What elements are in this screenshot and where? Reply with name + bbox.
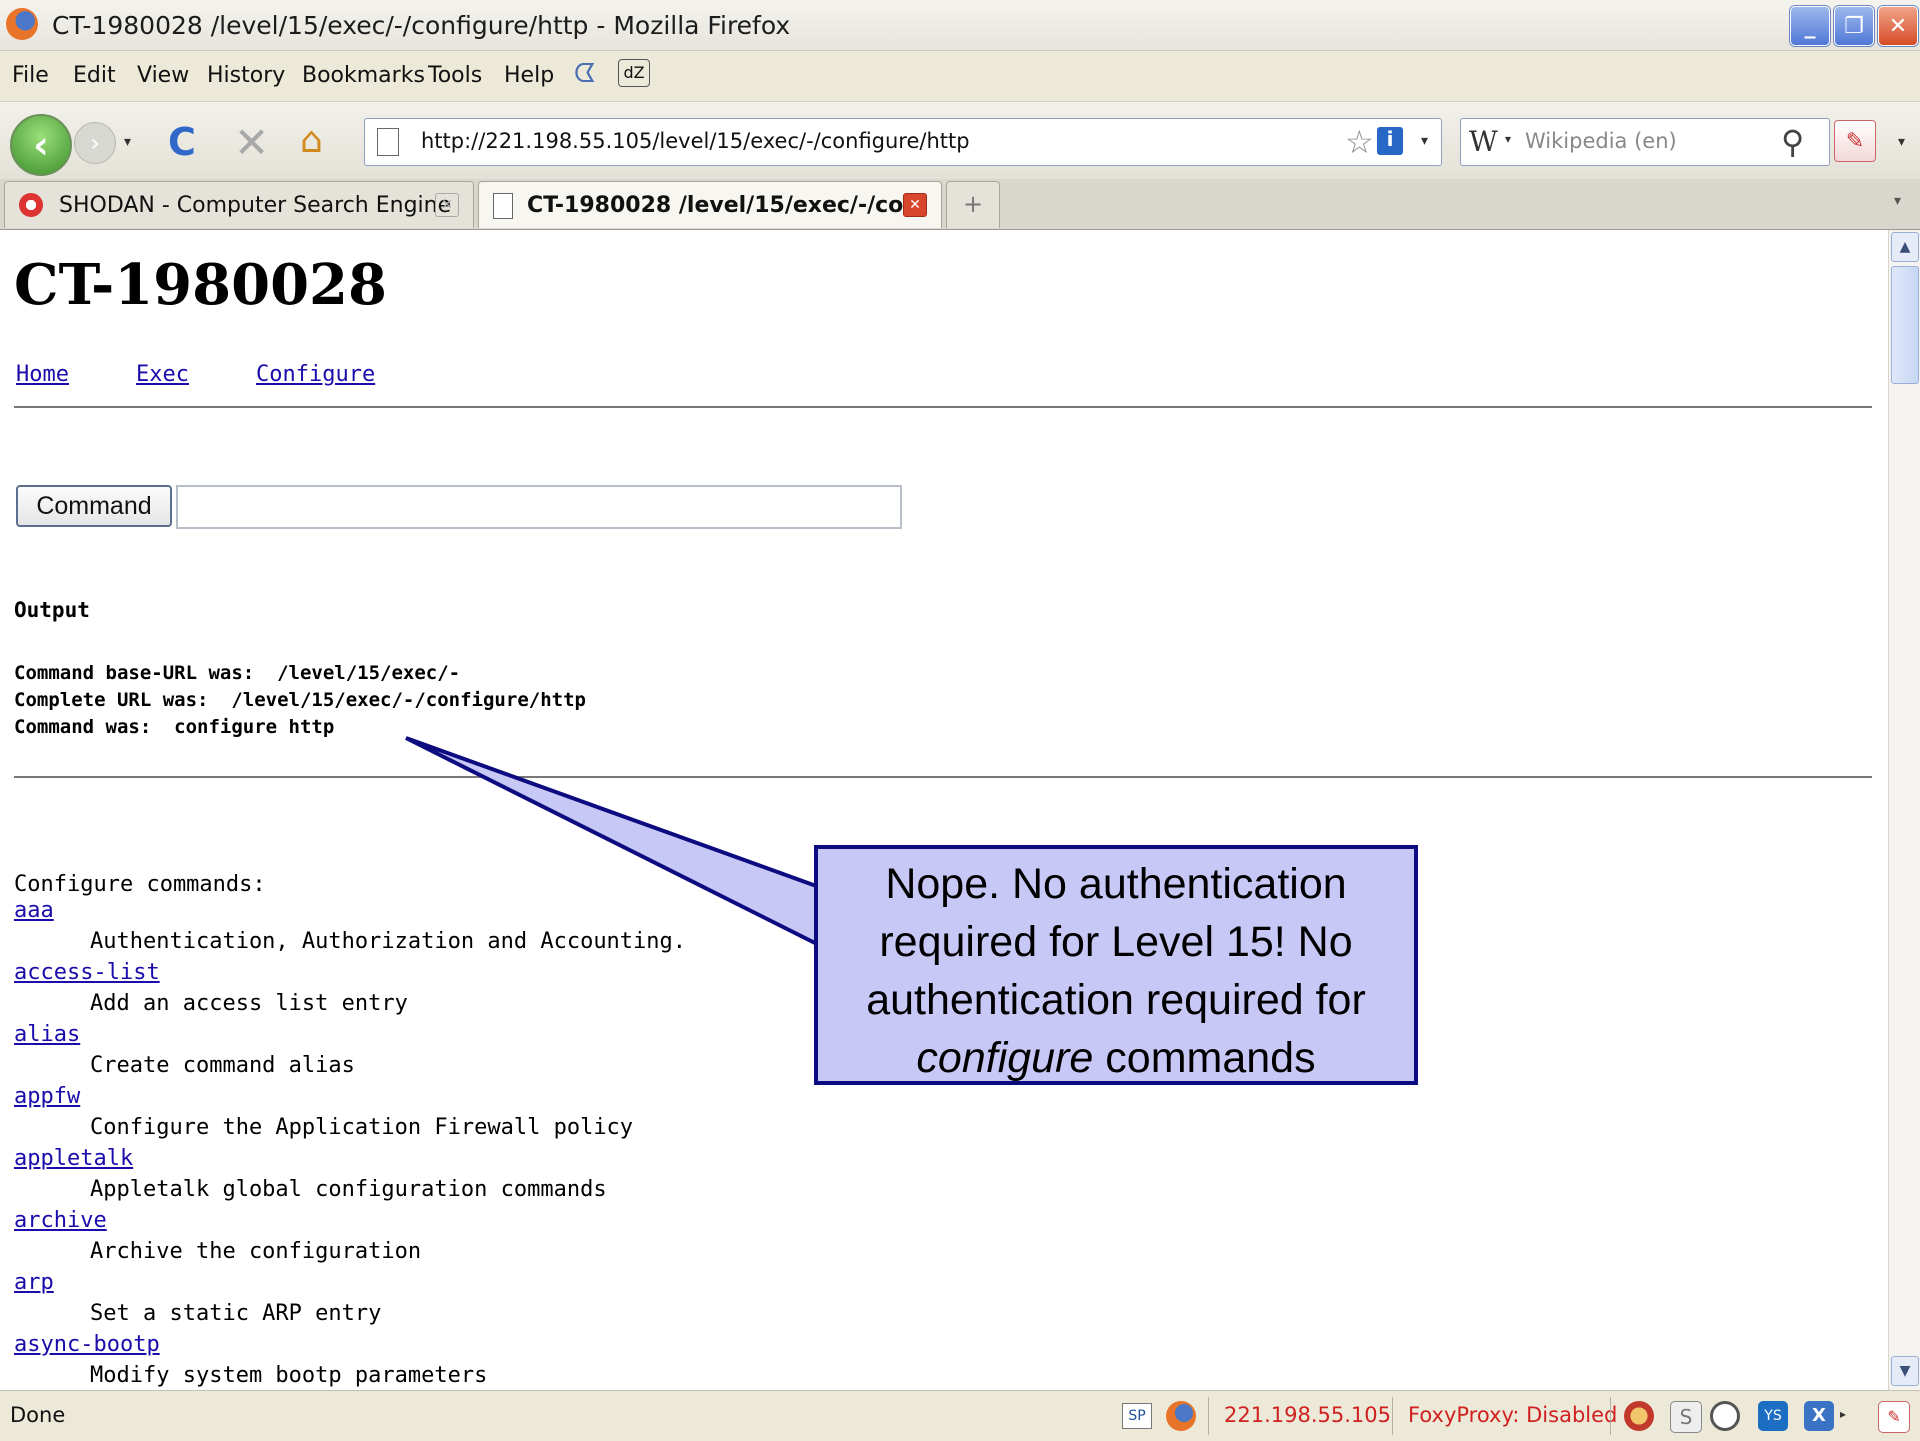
sp-icon[interactable]: SP: [1122, 1403, 1152, 1429]
tab-close-icon[interactable]: ✕: [903, 193, 927, 217]
new-tab-button[interactable]: +: [946, 181, 1000, 228]
menu-help[interactable]: Help: [504, 63, 554, 88]
menu-view[interactable]: View: [137, 63, 189, 88]
firefox-status-icon[interactable]: [1166, 1401, 1196, 1431]
tab-bar: SHODAN - Computer Search Engine ✕ CT-198…: [0, 179, 1920, 230]
callout-pointer: [405, 736, 821, 949]
tab-ct-1980028[interactable]: CT-1980028 /level/15/exec/-/co... ✕: [478, 181, 942, 228]
callout-emphasis: configure: [916, 1034, 1094, 1082]
x-icon[interactable]: X: [1804, 1401, 1834, 1431]
window-titlebar: CT-1980028 /level/15/exec/-/configure/ht…: [0, 0, 1920, 51]
menu-history[interactable]: History: [207, 63, 285, 88]
status-ip-address: 221.198.55.105: [1224, 1403, 1391, 1427]
history-dropdown-icon[interactable]: ▾: [124, 134, 131, 150]
x-dropdown-icon[interactable]: ▸: [1840, 1407, 1846, 1421]
noscript-icon[interactable]: [1624, 1401, 1654, 1431]
dz-icon[interactable]: dZ: [618, 59, 650, 87]
foxyproxy-status[interactable]: FoxyProxy: Disabled: [1408, 1403, 1617, 1427]
shodan-icon: [19, 193, 43, 217]
navigation-toolbar: ‹ › ▾ C ✕ ⌂ http://221.198.55.105/level/…: [0, 101, 1920, 180]
forward-button[interactable]: ›: [74, 122, 116, 164]
wikipedia-icon[interactable]: W: [1469, 125, 1498, 158]
status-bar: Done SP 221.198.55.105 FoxyProxy: Disabl…: [0, 1390, 1920, 1441]
callout-line-rest: commands: [1093, 1034, 1316, 1082]
callout-line: configure commands: [818, 1029, 1414, 1087]
search-input[interactable]: Wikipedia (en): [1525, 129, 1677, 153]
tab-label: SHODAN - Computer Search Engine: [59, 193, 452, 218]
back-button[interactable]: ‹: [10, 114, 72, 176]
callout-line: required for Level 15! No: [879, 918, 1353, 966]
callout-line: Nope. No authentication: [885, 860, 1347, 908]
info-icon[interactable]: i: [1377, 127, 1403, 155]
page-icon: [493, 193, 513, 219]
window-title: CT-1980028 /level/15/exec/-/configure/ht…: [52, 11, 791, 40]
url-dropdown-icon[interactable]: ▾: [1421, 133, 1428, 149]
separator: [1610, 1397, 1611, 1435]
menu-bookmarks[interactable]: Bookmarks: [302, 63, 425, 88]
tab-label: CT-1980028 /level/15/exec/-/co...: [527, 193, 929, 218]
search-bar[interactable]: W ▾ Wikipedia (en) ⚲: [1460, 118, 1830, 166]
bookmark-star-icon[interactable]: ☆: [1345, 123, 1374, 161]
search-engine-dropdown-icon[interactable]: ▾: [1505, 132, 1511, 146]
firefox-icon: [6, 8, 38, 40]
status-text: Done: [10, 1403, 66, 1427]
extension-dropdown-icon[interactable]: ▾: [1898, 134, 1905, 150]
scroll-thumb[interactable]: [1891, 266, 1919, 384]
reload-icon[interactable]: C: [168, 120, 196, 164]
callout-box: Nope. No authentication required for Lev…: [814, 845, 1418, 1085]
callout-line: authentication required for: [866, 976, 1366, 1024]
extension-status-icon[interactable]: ✎: [1878, 1401, 1910, 1433]
vertical-scrollbar[interactable]: ▲ ▼: [1888, 230, 1920, 1390]
url-bar[interactable]: http://221.198.55.105/level/15/exec/-/co…: [364, 118, 1442, 166]
separator: [1392, 1397, 1393, 1435]
stop-icon[interactable]: ✕: [234, 118, 269, 167]
menu-edit[interactable]: Edit: [73, 63, 116, 88]
menubar: File Edit View History Bookmarks Tools H…: [0, 51, 1920, 101]
tab-shodan[interactable]: SHODAN - Computer Search Engine ✕: [4, 181, 474, 228]
url-text[interactable]: http://221.198.55.105/level/15/exec/-/co…: [421, 129, 970, 153]
minimize-button[interactable]: _: [1790, 6, 1830, 46]
page-icon: [377, 128, 399, 156]
s-icon[interactable]: S: [1670, 1401, 1702, 1433]
hare-icon[interactable]: ᗧ: [574, 59, 596, 90]
scroll-down-icon[interactable]: ▼: [1891, 1356, 1919, 1386]
page-content: CT-1980028 Home Exec Configure Command O…: [0, 230, 1888, 1390]
maximize-button[interactable]: ❐: [1834, 6, 1874, 46]
bubble-icon[interactable]: [1710, 1401, 1740, 1431]
menu-file[interactable]: File: [12, 63, 49, 88]
home-icon[interactable]: ⌂: [300, 120, 323, 161]
tab-close-icon[interactable]: ✕: [435, 193, 459, 217]
scroll-up-icon[interactable]: ▲: [1891, 232, 1919, 262]
extension-icon[interactable]: ✎: [1834, 120, 1876, 162]
close-button[interactable]: ✕: [1878, 6, 1918, 46]
separator: [1208, 1397, 1209, 1435]
search-icon[interactable]: ⚲: [1781, 123, 1804, 161]
menu-tools[interactable]: Tools: [428, 63, 482, 88]
yslow-icon[interactable]: YS: [1758, 1401, 1788, 1431]
tab-list-dropdown-icon[interactable]: ▾: [1894, 193, 1901, 209]
